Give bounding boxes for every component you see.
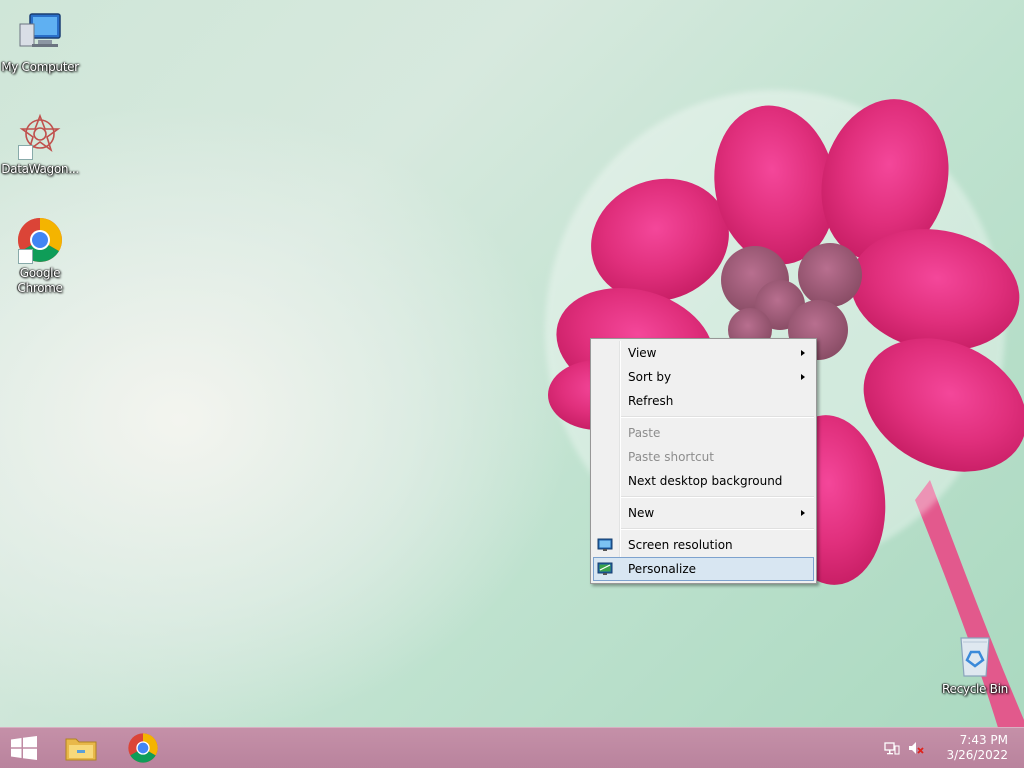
datawagon-icon [16, 112, 64, 160]
recycle-bin-icon [951, 632, 999, 680]
clock-date: 3/26/2022 [946, 748, 1008, 762]
desktop-icon-datawagon[interactable]: DataWagon... [0, 112, 80, 177]
menu-item-label: New [628, 506, 655, 520]
desktop-icon-my-computer[interactable]: My Computer [0, 10, 80, 75]
desktop-context-menu: View Sort by Refresh Paste Paste shortcu… [590, 338, 817, 584]
desktop-icon-label: Google Chrome [17, 266, 63, 295]
computer-icon [16, 10, 64, 58]
system-tray: 7:43 PM 3/26/2022 [884, 728, 1024, 768]
menu-item-label: Next desktop background [628, 474, 783, 488]
desktop-icon-google-chrome[interactable]: Google Chrome [0, 216, 80, 296]
desktop-icon-label: DataWagon... [1, 162, 79, 176]
desktop-icon-label: My Computer [1, 60, 79, 74]
network-icon[interactable] [884, 740, 900, 756]
menu-item-label: View [628, 346, 657, 360]
volume-muted-icon[interactable] [908, 740, 924, 756]
menu-item-personalize[interactable]: Personalize [593, 557, 814, 581]
taskbar-file-explorer-button[interactable] [55, 728, 109, 768]
taskbar: 7:43 PM 3/26/2022 [0, 727, 1024, 768]
taskbar-clock[interactable]: 7:43 PM 3/26/2022 [938, 733, 1008, 763]
menu-item-screen-resolution[interactable]: Screen resolution [593, 533, 814, 557]
shortcut-arrow-icon [18, 145, 33, 160]
menu-item-paste: Paste [593, 421, 814, 445]
menu-item-label: Paste shortcut [628, 450, 714, 464]
start-button[interactable] [0, 728, 54, 768]
menu-item-paste-shortcut: Paste shortcut [593, 445, 814, 469]
menu-item-label: Sort by [628, 370, 672, 384]
menu-item-next-desktop-background[interactable]: Next desktop background [593, 469, 814, 493]
desktop-icon-recycle-bin[interactable]: Recycle Bin [935, 632, 1015, 697]
submenu-arrow-icon [801, 374, 805, 380]
menu-separator [621, 528, 814, 530]
shortcut-arrow-icon [18, 249, 33, 264]
menu-item-label: Personalize [628, 562, 697, 576]
menu-item-sort-by[interactable]: Sort by [593, 365, 814, 389]
menu-item-label: Paste [628, 426, 661, 440]
desktop-icon-label: Recycle Bin [942, 682, 1008, 696]
menu-separator [621, 416, 814, 418]
desktop[interactable]: My Computer DataWagon... Google Chrome R… [0, 0, 1024, 768]
taskbar-chrome-button[interactable] [117, 728, 171, 768]
menu-item-label: Screen resolution [628, 538, 733, 552]
windows-logo-icon [11, 736, 37, 760]
menu-item-refresh[interactable]: Refresh [593, 389, 814, 413]
monitor-icon [597, 537, 613, 551]
submenu-arrow-icon [801, 510, 805, 516]
menu-item-label: Refresh [628, 394, 674, 408]
folder-icon [65, 734, 97, 762]
chrome-icon [16, 216, 64, 264]
chrome-icon [127, 732, 159, 764]
wallpaper-flower [545, 90, 1024, 768]
submenu-arrow-icon [801, 350, 805, 356]
personalize-icon [597, 561, 613, 575]
menu-separator [621, 496, 814, 498]
clock-time: 7:43 PM [959, 733, 1008, 747]
menu-item-new[interactable]: New [593, 501, 814, 525]
menu-item-view[interactable]: View [593, 341, 814, 365]
